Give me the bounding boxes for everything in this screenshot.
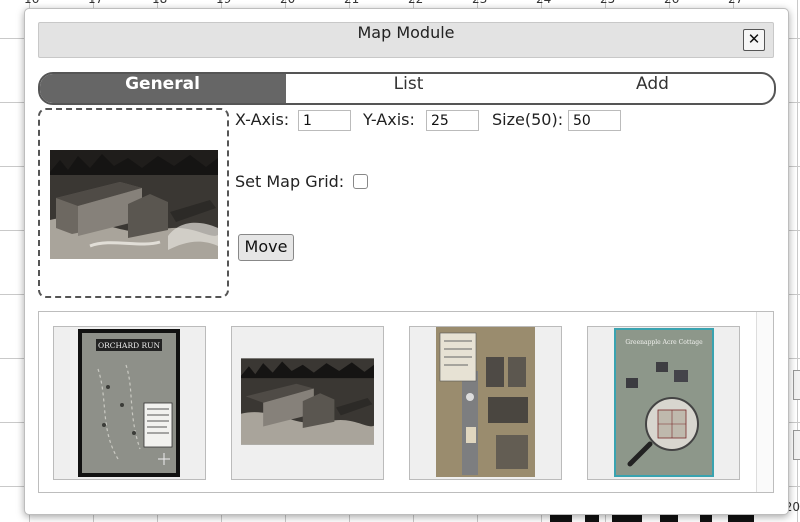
gallery-item-mine-camp[interactable] bbox=[231, 326, 384, 480]
map-gallery: ORCHARD RUN Greenapple Acre Cottage bbox=[38, 311, 774, 493]
side-panel-handle[interactable] bbox=[793, 370, 800, 400]
column-ruler: 16 17 18 19 20 21 22 23 24 25 26 27 bbox=[0, 0, 800, 6]
y-axis-input[interactable] bbox=[426, 110, 479, 131]
set-map-grid-checkbox[interactable] bbox=[353, 174, 368, 189]
town-street-map-image bbox=[436, 327, 535, 477]
x-axis-input[interactable] bbox=[298, 110, 351, 131]
ruler-number: 24 bbox=[536, 0, 551, 6]
map-preview bbox=[38, 108, 229, 298]
size-input[interactable] bbox=[568, 110, 621, 131]
x-axis-label: X-Axis: bbox=[235, 110, 290, 129]
tab-add[interactable]: Add bbox=[531, 74, 774, 103]
mine-camp-map-image bbox=[241, 358, 374, 445]
greenapple-acre-cottage-title: Greenapple Acre Cottage bbox=[625, 339, 703, 346]
ruler-number: 18 bbox=[152, 0, 167, 6]
side-panel-handle[interactable] bbox=[793, 430, 800, 460]
set-map-grid-label: Set Map Grid: bbox=[235, 172, 345, 191]
tab-list[interactable]: List bbox=[285, 74, 531, 103]
gallery-scrollbar[interactable] bbox=[756, 312, 773, 492]
move-button[interactable]: Move bbox=[238, 234, 294, 261]
tab-general[interactable]: General bbox=[40, 74, 285, 103]
y-axis-label: Y-Axis: bbox=[363, 110, 415, 129]
tab-bar: General List Add bbox=[38, 72, 776, 105]
dialog-title: Map Module bbox=[357, 23, 455, 42]
ruler-number: 19 bbox=[216, 0, 231, 6]
gallery-item-greenapple-acre-cottage[interactable]: Greenapple Acre Cottage bbox=[587, 326, 740, 480]
ruler-number: 16 bbox=[24, 0, 39, 6]
gallery-item-orchard-run[interactable]: ORCHARD RUN bbox=[53, 326, 206, 480]
close-icon[interactable]: ✕ bbox=[743, 29, 765, 51]
ruler-number: 21 bbox=[344, 0, 359, 6]
ruler-number: 20 bbox=[280, 0, 295, 6]
ruler-number: 17 bbox=[88, 0, 103, 6]
ruler-number: 22 bbox=[408, 0, 423, 6]
ruler-number: 27 bbox=[728, 0, 743, 6]
size-label: Size(50): bbox=[492, 110, 564, 129]
ruler-number: 25 bbox=[600, 0, 615, 6]
dialog-titlebar[interactable]: Map Module ✕ bbox=[38, 22, 774, 58]
greenapple-acre-cottage-map-image: Greenapple Acre Cottage bbox=[614, 328, 714, 477]
ruler-number: 26 bbox=[664, 0, 679, 6]
map-preview-image bbox=[50, 150, 218, 259]
gallery-item-town-street[interactable] bbox=[409, 326, 562, 480]
orchard-run-map-image: ORCHARD RUN bbox=[78, 329, 180, 477]
ruler-number: 23 bbox=[472, 0, 487, 6]
map-module-dialog: Map Module ✕ General List Add X-Axis: Y-… bbox=[24, 8, 789, 515]
orchard-run-title: ORCHARD RUN bbox=[98, 341, 161, 350]
